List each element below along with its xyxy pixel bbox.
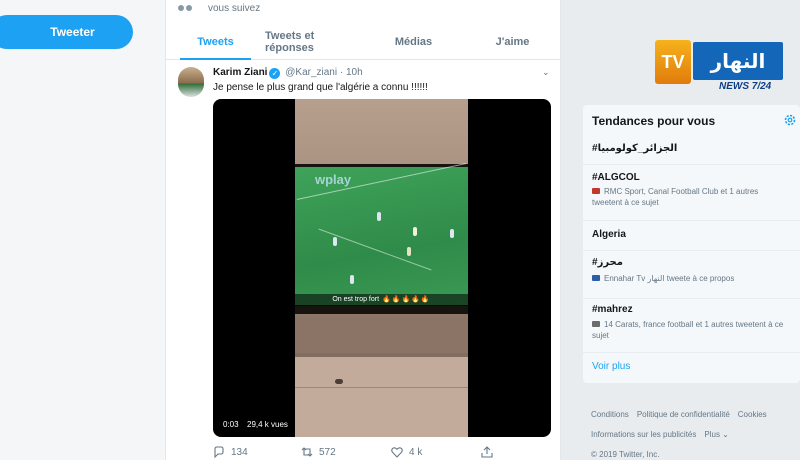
football-pitch [295, 167, 468, 305]
trend-name: #الجزائر_كولومبيا [592, 143, 678, 154]
tweet-time[interactable]: · 10h [340, 67, 363, 78]
tweet-text: Je pense le plus grand que l'algérie a c… [213, 82, 428, 93]
trends-panel: Tendances pour vous #الجزائر_كولومبيا #A… [583, 105, 800, 383]
footer-links: Conditions Politique de confidentialité Co… [591, 405, 800, 460]
tweet-video[interactable]: wplay On est trop fort 🔥🔥🔥🔥🔥 0:03 29,4 k … [213, 99, 551, 437]
footer-link-conditions[interactable]: Conditions [591, 410, 629, 419]
trend-item[interactable]: #الجزائر_كولومبيا [583, 135, 800, 165]
tab-media[interactable]: Médias [364, 24, 463, 59]
heart-icon [391, 447, 403, 458]
retweet-icon [301, 447, 313, 457]
footer-link-more[interactable]: Plus ⌄ [704, 430, 729, 439]
profile-tabs: Tweets Tweets et réponses Médias J'aime [166, 24, 562, 60]
author-handle[interactable]: @Kar_ziani [285, 67, 337, 78]
trend-name: #mahrez [592, 304, 633, 315]
share-icon [481, 446, 493, 458]
tweet-button[interactable]: Tweeter [0, 15, 133, 49]
fire-icon: 🔥🔥🔥🔥🔥 [382, 296, 431, 303]
tv-stand [295, 317, 468, 353]
author-avatar[interactable] [178, 67, 204, 97]
gear-icon[interactable] [783, 113, 797, 127]
retweet-count: 572 [319, 446, 336, 458]
retweet-button[interactable]: 572 [301, 446, 336, 458]
chevron-down-icon[interactable]: ⌄ [542, 67, 550, 78]
reply-icon [214, 446, 224, 458]
player [450, 229, 454, 238]
trend-name: #محرز [592, 257, 623, 268]
like-button[interactable]: 4 k [391, 446, 422, 458]
right-sidebar: TV النهار NEWS 7/24 Tendances pour vous … [561, 0, 800, 460]
player [350, 275, 354, 284]
tab-tweets-replies[interactable]: Tweets et réponses [265, 24, 364, 59]
player [413, 227, 417, 236]
video-views: 29,4 k vues [243, 418, 292, 431]
trend-item[interactable]: #mahrez 14 Carats, france football et 1 … [583, 299, 800, 353]
trend-name: #ALGCOL [592, 172, 640, 183]
tab-likes[interactable]: J'aime [463, 24, 562, 59]
tweet-header: Karim Ziani ✓ @Kar_ziani · 10h [213, 67, 363, 79]
reply-button[interactable]: 134 [213, 446, 248, 458]
footer-copyright: © 2019 Twitter, Inc. [591, 450, 660, 459]
tab-tweets[interactable]: Tweets [166, 24, 265, 60]
footer-link-ads-info[interactable]: Informations sur les publicités [591, 430, 696, 439]
video-frame: wplay On est trop fort 🔥🔥🔥🔥🔥 [295, 99, 468, 437]
author-name[interactable]: Karim Ziani [213, 67, 267, 78]
video-brand-overlay: wplay [315, 172, 352, 187]
logo-news-label: NEWS 7/24 [719, 81, 772, 92]
caption-text: On est trop fort [332, 296, 380, 303]
follower-avatars [178, 0, 200, 11]
trend-item[interactable]: #محرز Ennahar Tv النهار tweete à ce prop… [583, 251, 800, 299]
player [333, 237, 337, 246]
see-more-link[interactable]: Voir plus [592, 361, 630, 372]
video-duration: 0:03 [219, 418, 243, 431]
timeline-column: vous suivez Tweets Tweets et réponses Mé… [165, 0, 562, 460]
tv-cabinet [295, 357, 468, 437]
trend-meta: RMC Sport, Canal Football Club et 1 autr… [592, 187, 759, 207]
follow-note: vous suivez [208, 3, 261, 14]
video-caption: On est trop fort 🔥🔥🔥🔥🔥 [295, 294, 468, 306]
like-count: 4 k [409, 446, 423, 458]
ennahar-tv-logo: TV النهار NEWS 7/24 [655, 40, 785, 96]
left-sidebar: Tweeter [0, 0, 165, 460]
logo-arabic-block: النهار [693, 42, 783, 80]
reply-count: 134 [231, 446, 248, 458]
trends-title: Tendances pour vous [592, 114, 716, 128]
player [407, 247, 411, 256]
share-button[interactable] [481, 446, 493, 458]
trend-item[interactable]: Algeria [583, 221, 800, 251]
footer-link-cookies[interactable]: Cookies [738, 410, 767, 419]
logo-tv-block: TV [655, 40, 691, 84]
footer-link-privacy[interactable]: Politique de confidentialité [637, 410, 730, 419]
trend-item[interactable]: #ALGCOL RMC Sport, Canal Football Club e… [583, 165, 800, 221]
trend-meta: Ennahar Tv النهار tweete à ce propos [592, 273, 792, 284]
tweet-actions: 134 572 4 k [213, 446, 551, 460]
verified-icon: ✓ [269, 68, 281, 79]
trend-name: Algeria [592, 229, 626, 240]
trend-meta: 14 Carats, france football et 1 autres t… [592, 320, 784, 340]
player [377, 212, 381, 221]
